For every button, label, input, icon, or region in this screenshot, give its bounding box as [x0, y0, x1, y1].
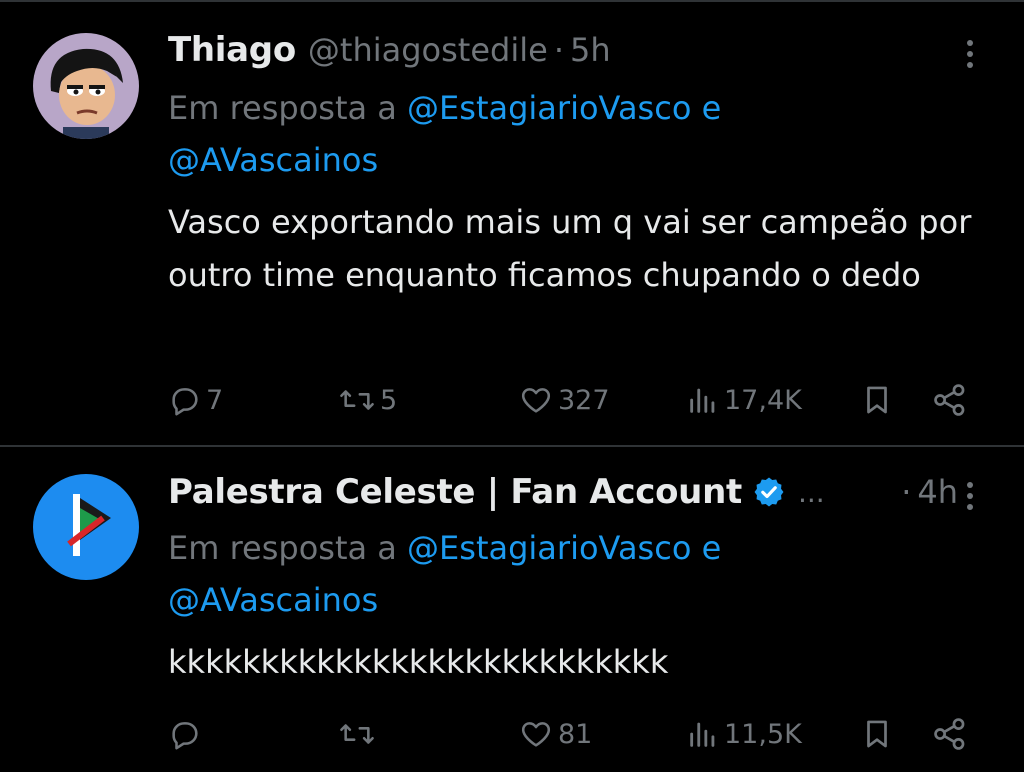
- action-bar: 7 5 327 17,4K: [0, 375, 1024, 425]
- mention-link[interactable]: @AVascainos: [168, 581, 378, 619]
- bookmark-button[interactable]: [860, 709, 894, 759]
- tweet[interactable]: Thiago @thiagostedile · 5h Em resposta a…: [0, 0, 1024, 447]
- share-icon: [930, 717, 970, 751]
- bookmark-icon: [860, 383, 894, 417]
- like-button[interactable]: 327: [518, 375, 610, 425]
- reply-context: Em resposta a @EstagiarioVasco e @AVasca…: [168, 522, 988, 626]
- reply-button[interactable]: [168, 709, 206, 759]
- separator-dot: ·: [553, 31, 564, 69]
- retweet-count: 5: [380, 384, 398, 416]
- reply-count: 7: [206, 384, 224, 416]
- reply-button[interactable]: 7: [168, 375, 223, 425]
- like-icon: [518, 383, 554, 417]
- tweet-header: Palestra Celeste | Fan Account ... · 4h: [168, 472, 958, 512]
- views-icon: [686, 383, 720, 417]
- avatar[interactable]: [33, 474, 139, 580]
- share-icon: [930, 383, 970, 417]
- like-button[interactable]: 81: [518, 709, 592, 759]
- view-count: 17,4K: [724, 384, 802, 416]
- verified-icon: [752, 475, 786, 509]
- share-button[interactable]: [930, 709, 970, 759]
- views-icon: [686, 717, 720, 751]
- like-icon: [518, 717, 554, 751]
- retweet-icon: [338, 717, 376, 751]
- reply-prefix: Em resposta a: [168, 529, 408, 567]
- reply-icon: [168, 383, 202, 417]
- tweet-divider: [0, 445, 1024, 447]
- action-bar: 81 11,5K: [0, 709, 1024, 759]
- reply-prefix: Em resposta a: [168, 89, 408, 127]
- bookmark-button[interactable]: [860, 375, 894, 425]
- like-count: 327: [558, 384, 610, 416]
- mention-link[interactable]: @EstagiarioVasco: [407, 89, 691, 127]
- retweet-button[interactable]: 5: [338, 375, 397, 425]
- reply-conjunction: e: [691, 529, 722, 567]
- tweet-text: kkkkkkkkkkkkkkkkkkkkkkkkkkk: [168, 643, 669, 681]
- timestamp[interactable]: 4h: [917, 473, 958, 511]
- tweet[interactable]: Palestra Celeste | Fan Account ... · 4h …: [0, 448, 1024, 772]
- reply-conjunction: e: [691, 89, 722, 127]
- views-button[interactable]: 17,4K: [686, 375, 802, 425]
- reply-context: Em resposta a @EstagiarioVasco e @AVasca…: [168, 82, 988, 186]
- timestamp[interactable]: 5h: [570, 31, 611, 69]
- bookmark-icon: [860, 717, 894, 751]
- tweet-header: Thiago @thiagostedile · 5h: [168, 30, 611, 70]
- like-count: 81: [558, 718, 593, 750]
- display-name[interactable]: Thiago: [168, 30, 296, 70]
- retweet-icon: [338, 383, 376, 417]
- more-icon[interactable]: [956, 34, 984, 74]
- mention-link[interactable]: @EstagiarioVasco: [407, 529, 691, 567]
- user-handle[interactable]: @thiagostedile: [308, 31, 548, 69]
- retweet-button[interactable]: [338, 709, 380, 759]
- share-button[interactable]: [930, 375, 970, 425]
- more-icon[interactable]: [956, 476, 984, 516]
- views-button[interactable]: 11,5K: [686, 709, 802, 759]
- view-count: 11,5K: [724, 718, 802, 750]
- truncation-ellipsis: ...: [797, 475, 825, 509]
- avatar[interactable]: [33, 33, 139, 139]
- mention-link[interactable]: @AVascainos: [168, 141, 378, 179]
- reply-icon: [168, 717, 202, 751]
- tweet-text: Vasco exportando mais um q vai ser campe…: [168, 203, 972, 294]
- display-name[interactable]: Palestra Celeste | Fan Account: [168, 472, 742, 512]
- separator-dot: ·: [901, 473, 912, 511]
